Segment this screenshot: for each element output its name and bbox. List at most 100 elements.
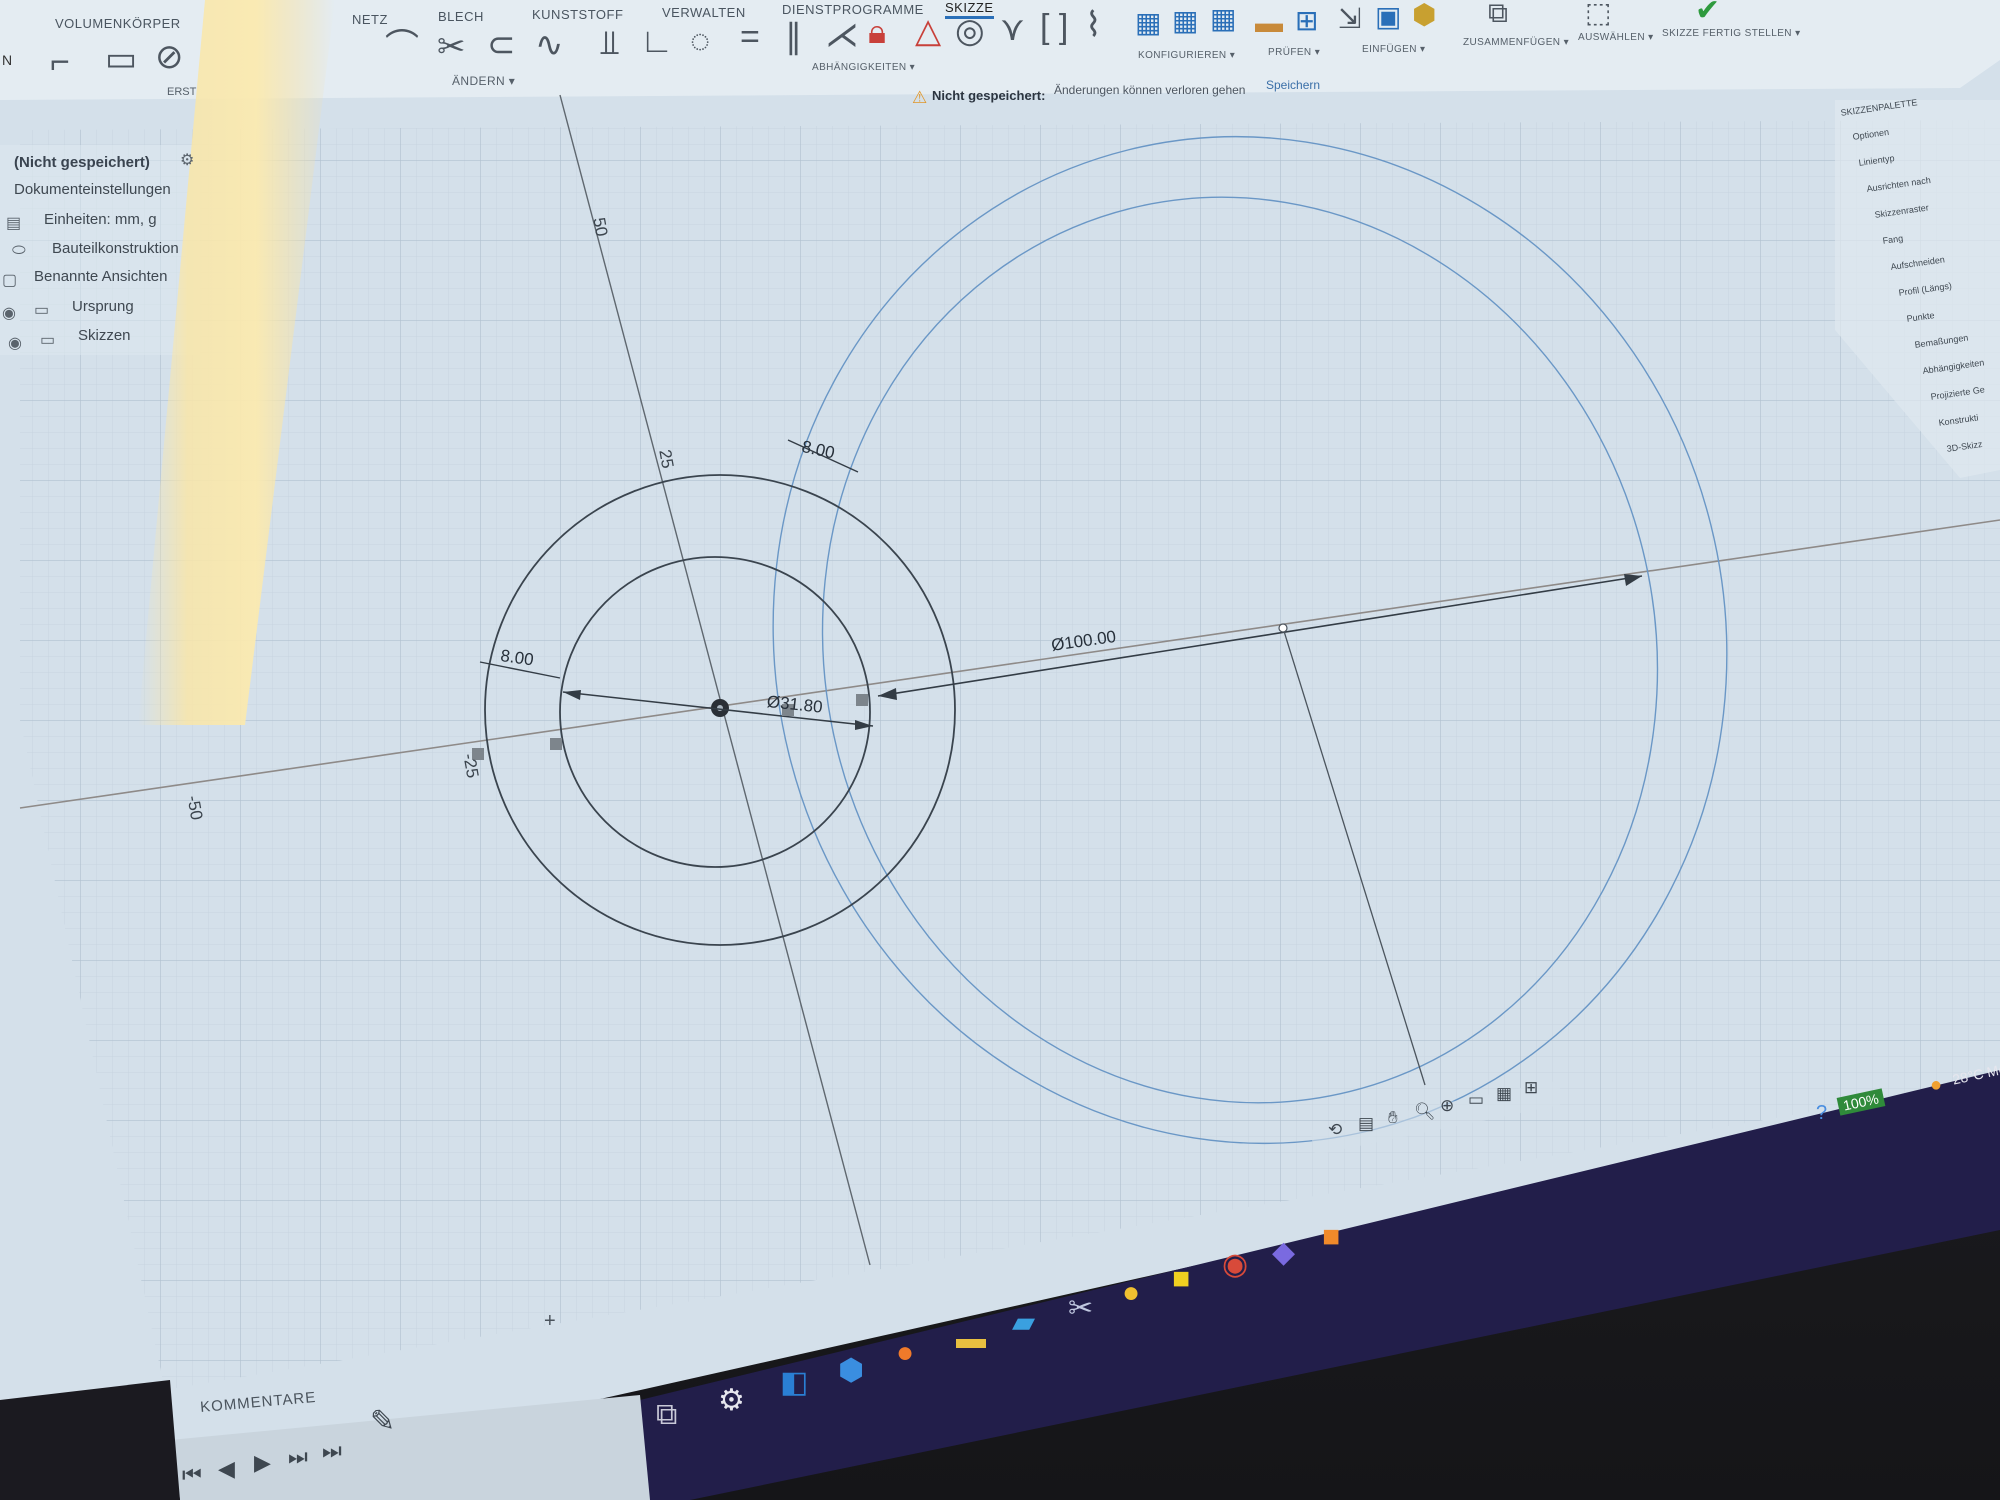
orbit-icon[interactable]: ⟲ bbox=[1328, 1120, 1342, 1140]
fusion-360-icon[interactable]: ■ bbox=[1322, 1220, 1340, 1254]
axis-label-neg25: -25 bbox=[459, 752, 483, 780]
browser-document-title[interactable]: (Nicht gespeichert) bbox=[14, 154, 150, 171]
insert-image-icon[interactable]: ▣ bbox=[1375, 0, 1401, 34]
tab-netz[interactable]: NETZ bbox=[352, 12, 388, 27]
browser-item-sketches[interactable]: Skizzen bbox=[78, 327, 131, 344]
snipping-tool-icon[interactable]: ✂ bbox=[1068, 1292, 1093, 1326]
group-abhaengigkeiten[interactable]: ABHÄNGIGKEITEN ▾ bbox=[812, 62, 915, 73]
triangle-constraint-icon[interactable]: △ bbox=[915, 14, 941, 48]
group-konfigurieren[interactable]: KONFIGURIEREN ▾ bbox=[1138, 50, 1235, 61]
browser-item-units[interactable]: Einheiten: mm, g bbox=[44, 211, 157, 228]
group-pruefen[interactable]: PRÜFEN ▾ bbox=[1268, 47, 1320, 58]
browser-item-document-settings[interactable]: Dokumenteinstellungen bbox=[14, 181, 171, 198]
large-circle-center[interactable] bbox=[1278, 623, 1288, 633]
tips-bulb-icon[interactable]: ● bbox=[1122, 1276, 1140, 1310]
timeline-play-icon[interactable]: ▶ bbox=[254, 1450, 271, 1476]
tab-dienstprogramme[interactable]: DIENSTPROGRAMME bbox=[782, 2, 924, 17]
notice-label: Nicht gespeichert: bbox=[932, 88, 1046, 103]
trim-tool-icon[interactable]: ✂ bbox=[437, 30, 466, 64]
axis-label-neg50: -50 bbox=[183, 794, 207, 822]
interference-icon[interactable]: ⊞ bbox=[1295, 4, 1318, 38]
help-icon[interactable]: ? bbox=[1816, 1102, 1827, 1125]
symmetry-constraint-icon[interactable]: [ ] bbox=[1040, 10, 1068, 44]
outlook-new-icon[interactable]: ⬢ bbox=[838, 1354, 864, 1388]
weather-icon: ● bbox=[1930, 1074, 1943, 1096]
mode-dropdown[interactable]: N bbox=[2, 52, 12, 68]
settings-gear-icon[interactable]: ⚙ bbox=[718, 1384, 745, 1418]
file-explorer-icon[interactable]: ▬ bbox=[956, 1322, 986, 1356]
collinear-constraint-icon[interactable]: ⋌ bbox=[825, 18, 859, 52]
timeline-first-icon[interactable]: ⏮ bbox=[182, 1462, 202, 1488]
photographed-screen: VOLUMENKÖRPER N ERST NETZ BLECH KUNSTSTO… bbox=[0, 0, 2000, 1500]
insert-derive-icon[interactable]: ⇲ bbox=[1338, 2, 1361, 36]
constraint-glyph[interactable] bbox=[856, 694, 868, 706]
document-settings-icon[interactable]: ⚙ bbox=[180, 150, 194, 170]
constraint-glyph[interactable] bbox=[550, 738, 562, 750]
curvature-constraint-icon[interactable]: ⌇ bbox=[1085, 8, 1102, 42]
midpoint-constraint-icon[interactable]: ⋎ bbox=[1000, 12, 1025, 46]
select-icon[interactable]: ⬚ bbox=[1585, 0, 1611, 30]
group-einfuegen[interactable]: EINFÜGEN ▾ bbox=[1362, 44, 1425, 55]
miro-icon[interactable]: ■ bbox=[1172, 1262, 1190, 1296]
coincident-constraint-icon[interactable]: ⫫ bbox=[600, 26, 619, 60]
circle-tool-icon[interactable]: ⊘ bbox=[155, 40, 184, 74]
sketches-visibility-eye-icon[interactable]: ◉ bbox=[8, 333, 22, 353]
browser-item-part-design[interactable]: Bauteilkonstruktion bbox=[52, 240, 179, 257]
measure-icon[interactable]: ▬ bbox=[1255, 6, 1283, 40]
group-auswaehlen[interactable]: AUSWÄHLEN ▾ bbox=[1578, 32, 1654, 43]
pan-hand-icon[interactable]: ✋︎ bbox=[1388, 1108, 1398, 1128]
group-label-erstellen[interactable]: ERST bbox=[167, 86, 196, 98]
offset-tool-icon[interactable]: ⊂ bbox=[487, 28, 516, 62]
grid-settings-icon[interactable]: ▦ bbox=[1496, 1084, 1512, 1104]
look-at-icon[interactable]: ▤ bbox=[1358, 1114, 1374, 1134]
group-skizze-fertig[interactable]: SKIZZE FERTIG STELLEN ▾ bbox=[1662, 28, 1801, 39]
notice-save-link[interactable]: Speichern bbox=[1266, 78, 1320, 92]
timeline-prev-icon[interactable]: ◀ bbox=[218, 1456, 235, 1482]
chrome-icon[interactable]: ◉ bbox=[1222, 1248, 1248, 1282]
tab-blech[interactable]: BLECH bbox=[438, 9, 484, 24]
browser-item-named-views[interactable]: Benannte Ansichten bbox=[34, 268, 167, 285]
timeline-last-icon[interactable]: ⏭ bbox=[322, 1438, 342, 1464]
firefox-icon[interactable]: ● bbox=[896, 1336, 914, 1370]
remote-desktop-icon[interactable]: ▰ bbox=[1012, 1306, 1035, 1340]
sketch-canvas[interactable] bbox=[0, 0, 2000, 1500]
group-zusammenfuegen[interactable]: ZUSAMMENFÜGEN ▾ bbox=[1463, 37, 1569, 48]
tab-verwalten[interactable]: VERWALTEN bbox=[662, 5, 746, 20]
teams-icon[interactable]: ◆ bbox=[1272, 1236, 1295, 1270]
rectangle-tool-icon[interactable]: ▭ bbox=[105, 42, 137, 76]
origin-visibility-eye-icon[interactable]: ◉ bbox=[2, 303, 16, 323]
configure-icon[interactable]: ▦ bbox=[1135, 6, 1161, 40]
zoom-fit-icon[interactable]: ⊕ bbox=[1440, 1096, 1454, 1116]
finish-sketch-check-icon[interactable]: ✔ bbox=[1695, 0, 1720, 28]
parallel-constraint-icon[interactable]: ∥ bbox=[785, 20, 802, 54]
equal-constraint-icon[interactable]: = bbox=[740, 20, 760, 54]
tangent-constraint-icon[interactable]: ◌ bbox=[690, 24, 710, 58]
line-tool-icon[interactable]: ⌐ bbox=[50, 45, 70, 79]
axis-label-50: 50 bbox=[589, 216, 612, 238]
outlook-icon[interactable]: ◧ bbox=[780, 1366, 808, 1400]
configure-param-icon[interactable]: ▦ bbox=[1210, 2, 1236, 36]
browser-item-origin[interactable]: Ursprung bbox=[72, 298, 134, 315]
sketches-folder-icon: ▭ bbox=[40, 332, 56, 349]
add-comment-button[interactable]: + bbox=[544, 1310, 556, 1333]
tab-volumenkoerper[interactable]: VOLUMENKÖRPER bbox=[55, 16, 181, 31]
viewports-icon[interactable]: ⊞ bbox=[1524, 1078, 1538, 1098]
concentric-constraint-icon[interactable]: ◎ bbox=[955, 14, 985, 48]
insert-mesh-icon[interactable]: ⬢ bbox=[1412, 0, 1436, 32]
display-settings-icon[interactable]: ▭ bbox=[1468, 1090, 1484, 1110]
perpendicular-constraint-icon[interactable]: ∟ bbox=[640, 24, 673, 58]
fillet-tool-icon[interactable]: ⌒ bbox=[385, 30, 419, 64]
group-aendern[interactable]: ÄNDERN ▾ bbox=[452, 74, 515, 88]
origin-folder-icon: ▭ bbox=[34, 302, 50, 319]
spline-tool-icon[interactable]: ∿ bbox=[535, 28, 564, 62]
units-icon: ▤ bbox=[6, 215, 22, 232]
fix-constraint-icon[interactable]: 🔒︎ bbox=[868, 15, 886, 49]
timeline-next-icon[interactable]: ⏭ bbox=[288, 1444, 308, 1470]
assemble-icon[interactable]: ⧉ bbox=[1488, 0, 1508, 30]
tab-kunststoff[interactable]: KUNSTSTOFF bbox=[532, 7, 623, 22]
bezel-bottom-left bbox=[0, 1380, 180, 1500]
timeline-sketch-feature-icon[interactable]: ✎ bbox=[370, 1404, 395, 1439]
configure-table-icon[interactable]: ▦ bbox=[1172, 4, 1198, 38]
task-view-icon[interactable]: ⧉ bbox=[656, 1398, 677, 1432]
zoom-icon[interactable]: 🔍︎ bbox=[1414, 1102, 1436, 1122]
